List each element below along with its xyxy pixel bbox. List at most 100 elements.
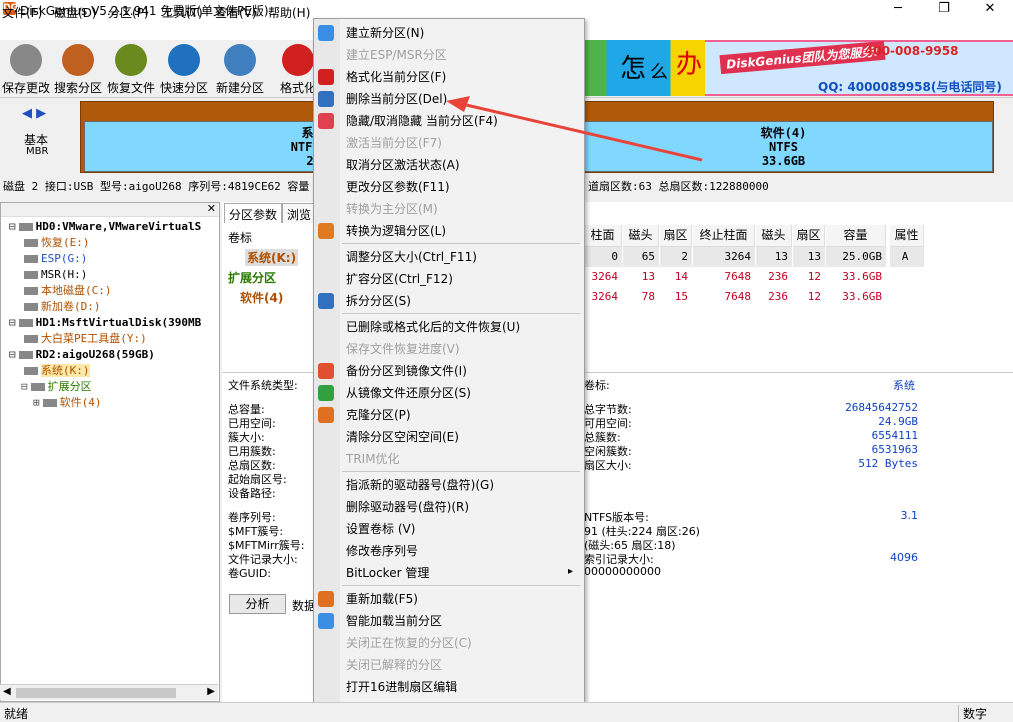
tree-scrollbar[interactable]: ◀ ▶: [0, 684, 218, 700]
tree-item[interactable]: 新加卷(D:): [1, 299, 219, 315]
context-menu-item[interactable]: 从镜像文件还原分区(S): [346, 382, 471, 404]
hide-icon: [318, 113, 334, 129]
menu-view[interactable]: 查看(V): [215, 4, 257, 21]
table-cell: 12: [807, 270, 821, 283]
expand-toggle-icon[interactable]: ⊟: [9, 316, 16, 329]
toolbar-button-save[interactable]: 保存更改: [0, 42, 52, 96]
col-header[interactable]: 容量: [826, 225, 886, 247]
tree-item[interactable]: MSR(H:): [1, 267, 219, 283]
scroll-right-icon[interactable]: ▶: [207, 686, 215, 697]
context-menu-item[interactable]: 指派新的驱动器号(盘符)(G): [346, 474, 494, 496]
context-menu-item[interactable]: 更改分区参数(F11): [346, 176, 450, 198]
col-header[interactable]: 扇区: [793, 225, 825, 247]
context-menu-item[interactable]: 克隆分区(P): [346, 404, 411, 426]
context-menu-item[interactable]: 建立新分区(N): [346, 22, 424, 44]
col-header[interactable]: 属性: [890, 225, 924, 247]
close-button[interactable]: ✕: [967, 0, 1013, 18]
col-header[interactable]: 扇区: [660, 225, 692, 247]
context-menu-item[interactable]: 智能加载当前分区: [346, 610, 442, 632]
expand-toggle-icon[interactable]: ⊞: [33, 396, 40, 409]
tab-partition-params[interactable]: 分区参数: [224, 203, 283, 225]
scroll-thumb[interactable]: [16, 688, 176, 698]
disk-icon: [18, 319, 33, 327]
tree-item-label: 大白菜PE工具盘(Y:): [41, 332, 147, 345]
tree-item[interactable]: ⊟ RD2:aigoU268(59GB): [1, 347, 219, 363]
recover-icon: [115, 44, 147, 76]
disk-icon: [24, 255, 38, 263]
toolbar-button-quick-partition[interactable]: 快速分区: [158, 42, 210, 96]
tab-browse[interactable]: 浏览: [282, 203, 317, 225]
context-menu-item[interactable]: 设置卷标 (V): [346, 518, 415, 540]
expand-toggle-icon[interactable]: ⊟: [21, 380, 28, 393]
tree-item[interactable]: ⊟ 扩展分区: [1, 379, 219, 395]
disk-icon: [24, 239, 38, 247]
table-cell: 33.6GB: [842, 290, 882, 303]
context-menu-item[interactable]: 修改卷序列号: [346, 540, 418, 562]
scroll-left-icon[interactable]: ◀: [3, 686, 11, 697]
field-label: 文件系统类型:: [228, 379, 298, 392]
menu-tools[interactable]: 工具(T): [162, 4, 203, 21]
context-menu-item[interactable]: 拆分分区(S): [346, 290, 411, 312]
context-menu-item[interactable]: 重新加载(F5): [346, 588, 418, 610]
menu-file[interactable]: 文件(F): [2, 4, 42, 21]
col-header[interactable]: 磁头: [623, 225, 659, 247]
maximize-button[interactable]: ❐: [921, 0, 967, 18]
close-icon[interactable]: ✕: [207, 202, 216, 215]
context-menu-item[interactable]: 打开16进制扇区编辑: [346, 676, 457, 698]
tree-item[interactable]: ⊟ HD0:VMware,VMwareVirtualS: [1, 219, 219, 235]
menu-separator: [342, 243, 580, 244]
disk-info-right: 道扇区数:63 总扇区数:122880000: [588, 180, 769, 193]
context-menu-item[interactable]: 删除当前分区(Del): [346, 88, 447, 110]
new-partition-icon: [318, 25, 334, 41]
tree-item[interactable]: ⊟ HD1:MsftVirtualDisk(390MB: [1, 315, 219, 331]
menu-help[interactable]: 帮助(H): [268, 4, 310, 21]
col-header[interactable]: 终止柱面: [693, 225, 755, 247]
arrow-left-icon[interactable]: ◀: [22, 106, 32, 121]
context-menu-item[interactable]: 调整分区大小(Ctrl_F11): [346, 246, 477, 268]
context-menu-item: TRIM优化: [346, 452, 400, 466]
disk-icon: [24, 335, 38, 343]
table-row-label[interactable]: 扩展分区: [228, 269, 276, 286]
table-row-label[interactable]: 软件(4): [240, 289, 283, 306]
menu-partition[interactable]: 分区(P): [108, 4, 149, 21]
disk-nav[interactable]: ◀ ▶: [22, 106, 46, 121]
expand-toggle-icon[interactable]: ⊟: [9, 348, 16, 361]
tree-item[interactable]: 大白菜PE工具盘(Y:): [1, 331, 219, 347]
context-menu-item[interactable]: 转换为逻辑分区(L): [346, 220, 446, 242]
table-cell: 12: [807, 290, 821, 303]
context-menu-item[interactable]: 备份分区到镜像文件(I): [346, 360, 467, 382]
new-partition-icon: [224, 44, 256, 76]
numlock-indicator: 数字: [958, 705, 987, 722]
toolbar-button-search[interactable]: 搜索分区: [52, 42, 104, 96]
menu-separator: [342, 585, 580, 586]
context-menu-item[interactable]: 已删除或格式化后的文件恢复(U): [346, 316, 520, 338]
banner-char: 办: [676, 50, 703, 80]
toolbar-button-new-partition[interactable]: 新建分区: [214, 42, 266, 96]
expand-toggle-icon[interactable]: ⊟: [9, 220, 16, 233]
context-menu-item[interactable]: 删除驱动器号(盘符)(R): [346, 496, 469, 518]
table-cell: 78: [641, 290, 655, 303]
table-row-label[interactable]: 系统(K:): [245, 249, 299, 266]
table-cell: 65: [623, 247, 659, 267]
field-value: 26845642752: [845, 401, 918, 414]
menu-disk[interactable]: 磁盘(D): [54, 4, 97, 21]
context-menu-item[interactable]: 清除分区空闲空间(E): [346, 426, 459, 448]
context-menu-item[interactable]: 扩容分区(Ctrl_F12): [346, 268, 453, 290]
minimize-button[interactable]: ─: [875, 0, 921, 18]
tree-item[interactable]: 本地磁盘(C:): [1, 283, 219, 299]
tree-item[interactable]: 系统(K:): [1, 363, 219, 379]
toolbar-button-recover[interactable]: 恢复文件: [105, 42, 157, 96]
context-menu-item: 关闭正在恢复的分区(C): [346, 636, 472, 650]
banner-char: 么: [650, 62, 668, 83]
tree-item[interactable]: ESP(G:): [1, 251, 219, 267]
col-header[interactable]: 磁头: [756, 225, 792, 247]
tree-item[interactable]: 恢复(E:): [1, 235, 219, 251]
arrow-right-icon[interactable]: ▶: [36, 106, 46, 121]
tree-item-label: MSR(H:): [41, 268, 88, 281]
table-cell: 14: [674, 270, 688, 283]
analyze-button[interactable]: 分析: [229, 594, 286, 614]
context-menu-item[interactable]: BitLocker 管理: [346, 562, 429, 584]
tree-item[interactable]: ⊞ 软件(4): [1, 395, 219, 411]
col-header[interactable]: 柱面: [584, 225, 622, 247]
context-menu-item[interactable]: 格式化当前分区(F): [346, 66, 446, 88]
